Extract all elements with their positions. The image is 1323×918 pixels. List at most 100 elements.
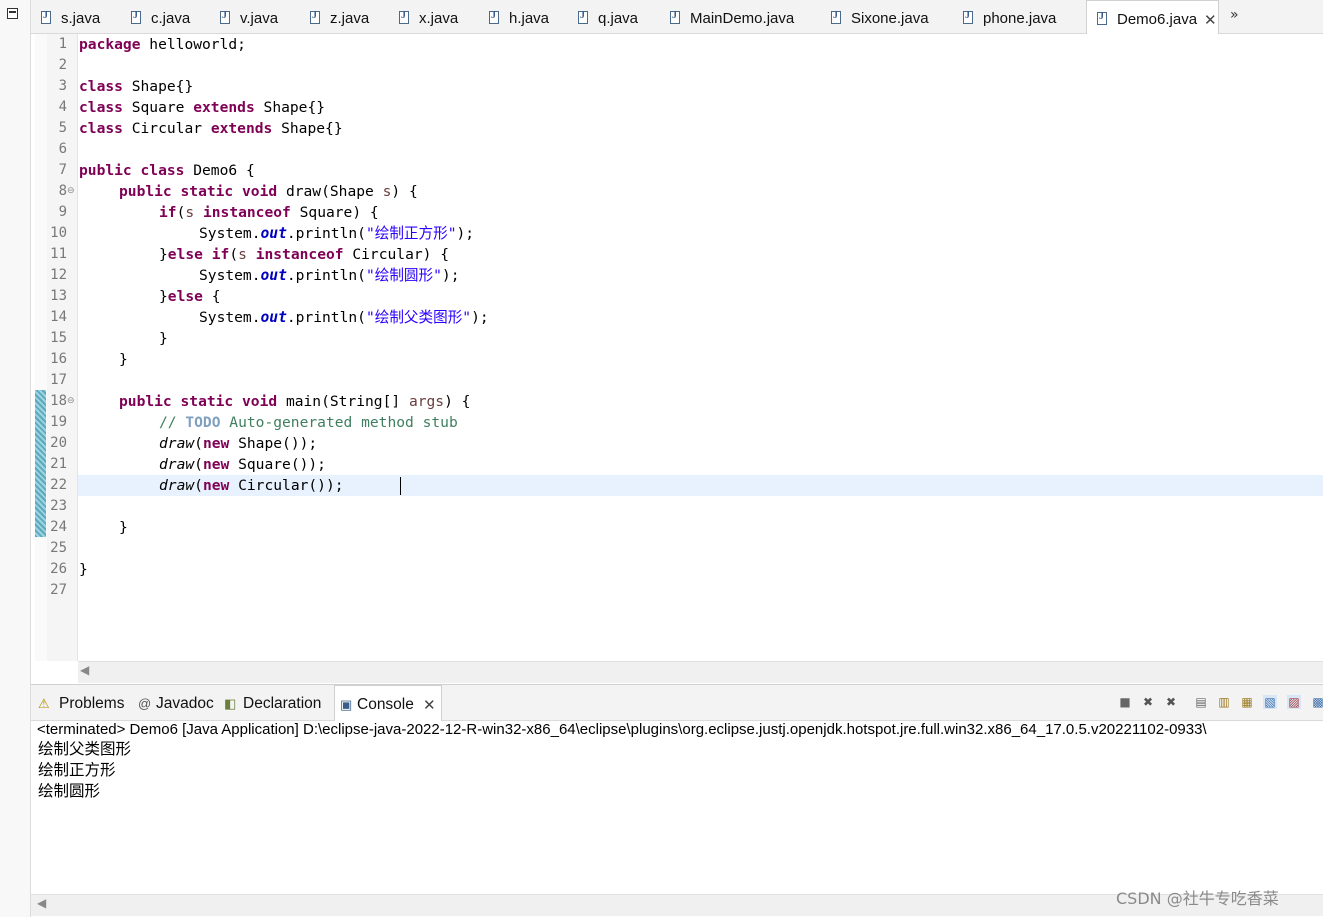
console-output-line: 绘制父类图形 bbox=[38, 740, 132, 758]
tab-label: v.java bbox=[240, 10, 279, 27]
quick-diff-change-bar bbox=[35, 390, 46, 537]
problems-icon: ⚠ bbox=[38, 696, 50, 711]
line-number: 8 bbox=[58, 183, 67, 199]
line-number: 21 bbox=[50, 456, 67, 472]
code-line-9: if(s instanceof Square) { bbox=[159, 204, 379, 221]
java-file-icon bbox=[399, 10, 409, 24]
line-number: 14 bbox=[50, 309, 67, 325]
editor-tab-bar: s.java c.java v.java z.java x.java h.jav… bbox=[31, 0, 1323, 34]
line-number: 23 bbox=[50, 498, 67, 514]
java-file-icon bbox=[831, 10, 841, 24]
code-line-10: System.out.println("绘制正方形"); bbox=[199, 225, 475, 242]
tab-label: MainDemo.java bbox=[690, 10, 795, 27]
code-line-19: // TODO Auto-generated method stub bbox=[159, 414, 458, 431]
editor-tab-maindemo-java[interactable]: MainDemo.java bbox=[660, 0, 794, 34]
fold-collapse-icon[interactable]: ⊖ bbox=[67, 181, 75, 202]
fold-collapse-icon[interactable]: ⊖ bbox=[67, 391, 75, 412]
code-editor[interactable]: package helloworld; class Shape{} class … bbox=[78, 34, 1323, 661]
tab-label: c.java bbox=[151, 10, 191, 27]
code-line-20: draw(new Shape()); bbox=[159, 435, 318, 452]
tab-label: z.java bbox=[330, 10, 370, 27]
scroll-lock-icon[interactable]: ▥ bbox=[1217, 695, 1231, 709]
tab-declaration[interactable]: ◧ Declaration bbox=[224, 695, 321, 713]
pin-console-icon[interactable]: ▩ bbox=[1311, 695, 1323, 709]
console-launch-status: <terminated> Demo6 [Java Application] D:… bbox=[37, 721, 1207, 738]
close-tab-icon[interactable]: ✕ bbox=[1204, 11, 1217, 29]
line-number: 25 bbox=[50, 540, 67, 556]
editor-tab-demo6-java[interactable]: Demo6.java ✕ bbox=[1086, 0, 1219, 34]
remove-launch-icon[interactable]: ✖ bbox=[1141, 695, 1155, 709]
remove-all-terminated-icon[interactable]: ✖ bbox=[1164, 695, 1178, 709]
code-line-18: public static void main(String[] args) { bbox=[119, 393, 471, 410]
editor-tab-c-java[interactable]: c.java bbox=[121, 0, 190, 34]
line-number: 22 bbox=[50, 477, 67, 493]
text-caret bbox=[400, 477, 401, 495]
editor-tab-sixone-java[interactable]: Sixone.java bbox=[821, 0, 929, 34]
java-file-icon bbox=[670, 10, 680, 24]
java-file-icon bbox=[489, 10, 499, 24]
tab-label: Sixone.java bbox=[851, 10, 929, 27]
code-line-24: } bbox=[119, 519, 128, 536]
line-number: 7 bbox=[58, 162, 67, 178]
java-file-icon bbox=[578, 10, 588, 24]
line-number: 6 bbox=[58, 141, 67, 157]
java-file-icon bbox=[131, 10, 141, 24]
code-line-12: System.out.println("绘制圆形"); bbox=[199, 267, 460, 284]
code-line-7: public class Demo6 { bbox=[79, 162, 255, 179]
show-on-stdout-icon[interactable]: ▧ bbox=[1263, 695, 1277, 709]
tab-label: h.java bbox=[509, 10, 550, 27]
line-number: 27 bbox=[50, 582, 67, 598]
line-number: 20 bbox=[50, 435, 67, 451]
line-number: 11 bbox=[50, 246, 67, 262]
line-number: 10 bbox=[50, 225, 67, 241]
tab-problems[interactable]: ⚠ Problems bbox=[38, 695, 124, 713]
scroll-left-icon[interactable]: ◀ bbox=[80, 663, 89, 677]
declaration-icon: ◧ bbox=[224, 696, 237, 711]
line-number: 9 bbox=[58, 204, 67, 220]
show-on-stderr-icon[interactable]: ▨ bbox=[1287, 695, 1301, 709]
line-number: 3 bbox=[58, 78, 67, 94]
clear-console-icon[interactable]: ▤ bbox=[1194, 695, 1208, 709]
code-line-3: class Shape{} bbox=[79, 78, 194, 95]
minimize-icon[interactable] bbox=[7, 8, 18, 19]
tab-label: Problems bbox=[59, 695, 125, 712]
tab-label: q.java bbox=[598, 10, 639, 27]
console-output-line: 绘制正方形 bbox=[38, 761, 116, 779]
code-line-21: draw(new Square()); bbox=[159, 456, 326, 473]
code-line-11: }else if(s instanceof Circular) { bbox=[159, 246, 450, 263]
editor-tab-phone-java[interactable]: phone.java bbox=[953, 0, 1056, 34]
word-wrap-icon[interactable]: ▦ bbox=[1240, 695, 1254, 709]
line-number: 12 bbox=[50, 267, 67, 283]
close-console-icon[interactable]: ✕ bbox=[423, 696, 436, 714]
line-number: 1 bbox=[58, 36, 67, 52]
editor-tab-s-java[interactable]: s.java bbox=[31, 0, 100, 34]
code-line-14: System.out.println("绘制父类图形"); bbox=[199, 309, 489, 326]
tab-label: x.java bbox=[419, 10, 459, 27]
editor-horizontal-scrollbar[interactable]: ◀ bbox=[78, 661, 1323, 683]
editor-area: s.java c.java v.java z.java x.java h.jav… bbox=[31, 0, 1323, 684]
console-panel: ⚠ Problems @ Javadoc ◧ Declaration ▣ Con… bbox=[31, 684, 1323, 918]
java-file-icon bbox=[310, 10, 320, 24]
tab-javadoc[interactable]: @ Javadoc bbox=[138, 695, 214, 713]
editor-tab-q-java[interactable]: q.java bbox=[568, 0, 638, 34]
console-icon: ▣ bbox=[340, 697, 353, 712]
line-number: 24 bbox=[50, 519, 67, 535]
code-line-1: package helloworld; bbox=[79, 36, 246, 53]
editor-tab-x-java[interactable]: x.java bbox=[389, 0, 458, 34]
line-number: 4 bbox=[58, 99, 67, 115]
scroll-left-icon[interactable]: ◀ bbox=[37, 896, 46, 910]
java-file-icon bbox=[963, 10, 973, 24]
editor-tab-h-java[interactable]: h.java bbox=[479, 0, 549, 34]
line-number: 26 bbox=[50, 561, 67, 577]
console-output-line: 绘制圆形 bbox=[38, 782, 101, 800]
left-trim-bar bbox=[0, 0, 31, 917]
tab-overflow-chevron-icon[interactable]: » bbox=[1230, 7, 1239, 23]
overview-ruler bbox=[35, 34, 47, 661]
java-file-icon bbox=[1097, 11, 1107, 25]
editor-tab-z-java[interactable]: z.java bbox=[300, 0, 369, 34]
line-number: 17 bbox=[50, 372, 67, 388]
tab-label: s.java bbox=[61, 10, 101, 27]
editor-tab-v-java[interactable]: v.java bbox=[210, 0, 278, 34]
tab-console[interactable]: ▣ Console ✕ bbox=[334, 685, 442, 721]
terminate-icon[interactable]: ■ bbox=[1118, 695, 1132, 709]
